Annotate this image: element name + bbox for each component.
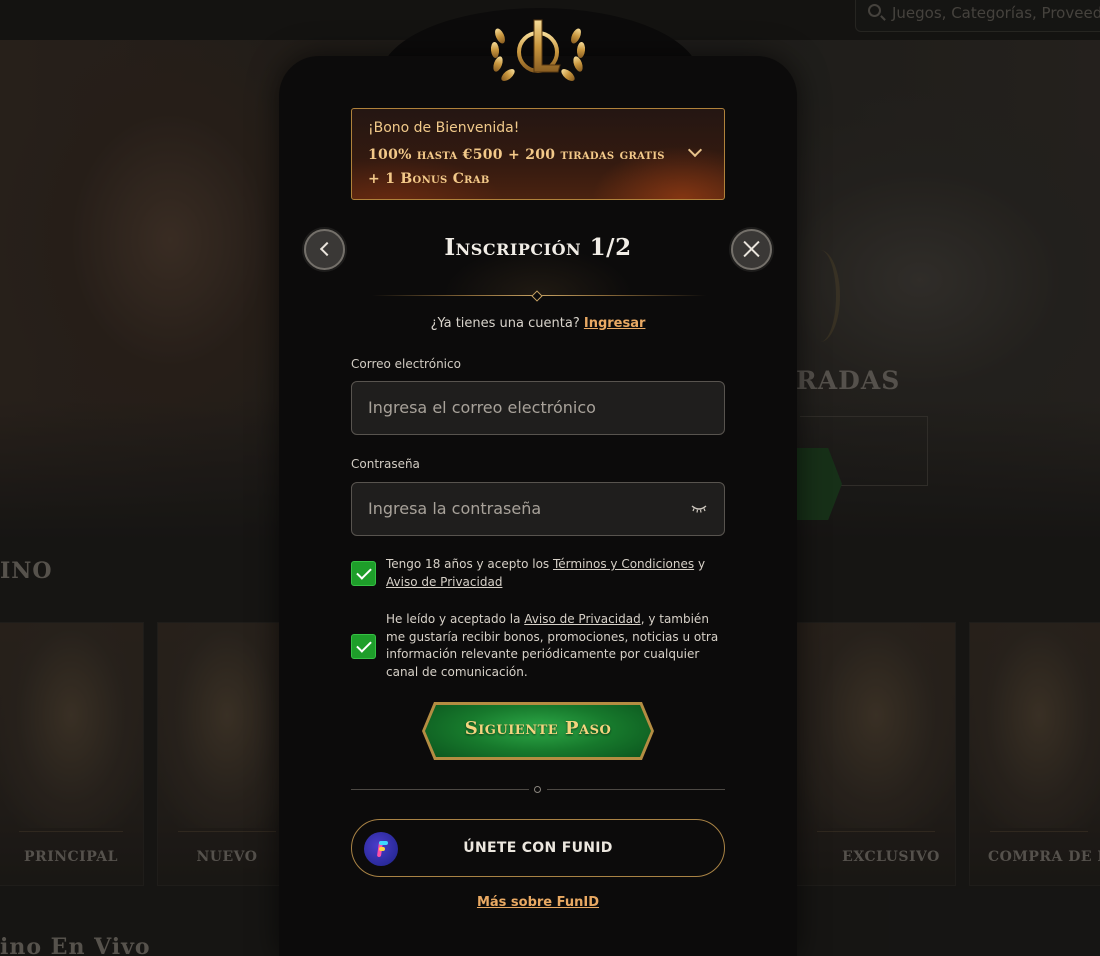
divider-dot (534, 786, 541, 793)
email-field[interactable]: Ingresa el correo electrónico (351, 381, 725, 435)
divider (547, 789, 725, 790)
login-link[interactable]: Ingresar (584, 316, 646, 331)
bonus-offer: 100% hasta €500 + 200 tiradas gratis + 1… (368, 147, 665, 187)
next-step-label: Siguiente Paso (464, 718, 612, 739)
laurel-l-logo-icon (490, 19, 586, 81)
close-button[interactable] (731, 229, 772, 270)
marketing-consent-text: He leído y aceptado la Aviso de Privacid… (386, 612, 719, 679)
join-funid-label: ÚNETE CON FUNID (463, 840, 613, 856)
join-funid-button[interactable]: ÚNETE CON FUNID (351, 819, 725, 877)
next-step-button[interactable]: Siguiente Paso (422, 702, 654, 760)
eye-closed-icon[interactable] (690, 500, 708, 516)
page-title: Inscripción 1/2 (444, 234, 632, 261)
email-label: Correo electrónico (351, 357, 461, 371)
marketing-consent-checkbox[interactable] (351, 634, 376, 659)
welcome-bonus-dropdown[interactable]: ¡Bono de Bienvenida! 100% hasta €500 + 2… (351, 108, 725, 200)
chevron-left-icon (319, 241, 335, 257)
login-prompt: ¿Ya tienes una cuenta? Ingresar (430, 316, 646, 331)
password-label: Contraseña (351, 457, 420, 471)
age-terms-text: Tengo 18 años y acepto los Términos y Co… (386, 557, 706, 589)
privacy-link[interactable]: Aviso de Privacidad (386, 575, 502, 589)
password-field[interactable]: Ingresa la contraseña (351, 482, 725, 536)
divider (351, 789, 529, 790)
back-button[interactable] (304, 229, 345, 270)
more-funid-link[interactable]: Más sobre FunID (351, 895, 725, 910)
chevron-down-icon (687, 142, 703, 158)
terms-link[interactable]: Términos y Condiciones (553, 557, 694, 571)
privacy-link[interactable]: Aviso de Privacidad (524, 612, 640, 626)
bonus-subtitle: ¡Bono de Bienvenida! (368, 120, 520, 136)
age-terms-checkbox[interactable] (351, 561, 376, 586)
